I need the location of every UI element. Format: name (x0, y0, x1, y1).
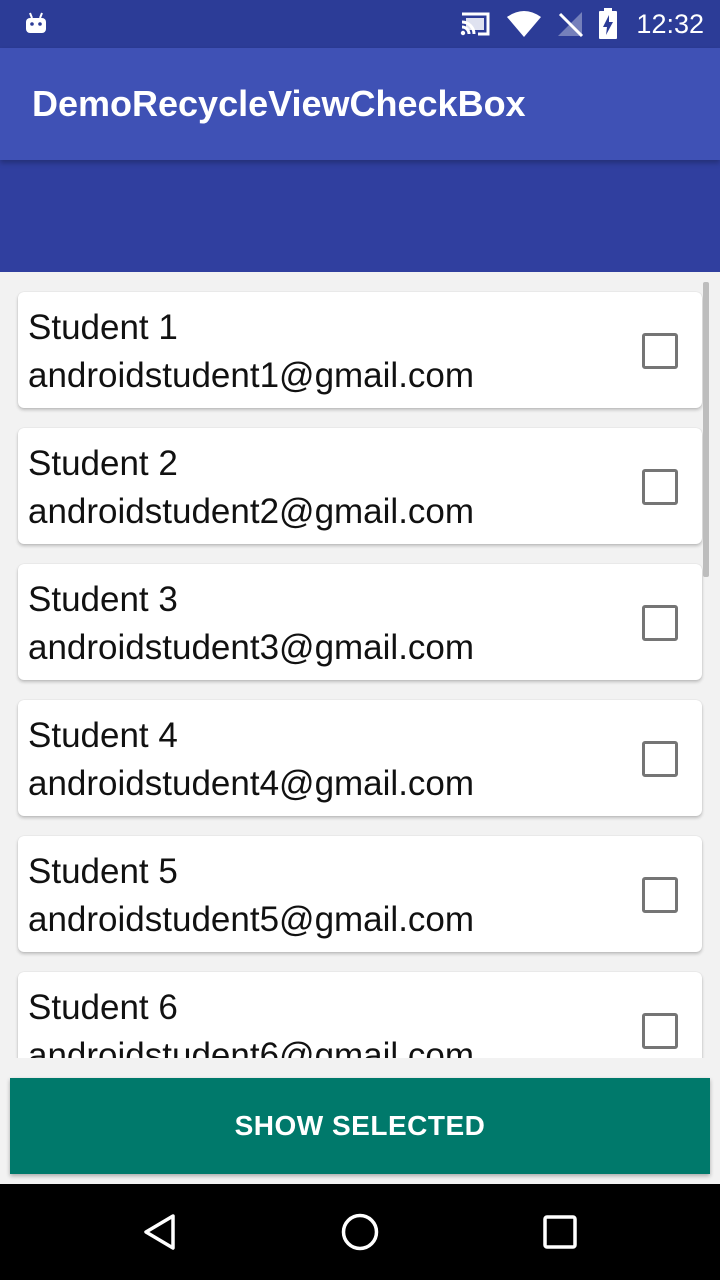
android-icon (26, 12, 46, 33)
show-selected-button[interactable]: SHOW SELECTED (10, 1078, 710, 1174)
app-bar: DemoRecycleViewCheckBox (0, 48, 720, 160)
student-email: androidstudent4@gmail.com (28, 764, 475, 803)
back-icon (144, 1214, 175, 1250)
list-item[interactable]: Student 3 androidstudent3@gmail.com (18, 564, 702, 680)
recents-icon (543, 1215, 577, 1249)
student-checkbox[interactable] (642, 877, 678, 913)
student-list[interactable]: Student 1 androidstudent1@gmail.com Stud… (0, 272, 720, 1058)
status-bar: 12:32 (0, 0, 720, 48)
header-band (0, 160, 720, 272)
status-clock: 12:32 (636, 8, 704, 39)
student-name: Student 6 (28, 988, 178, 1027)
list-item[interactable]: Student 1 androidstudent1@gmail.com (18, 292, 702, 408)
student-name: Student 1 (28, 308, 178, 347)
student-email: androidstudent2@gmail.com (28, 492, 475, 531)
scrollbar[interactable] (703, 282, 709, 577)
app-title: DemoRecycleViewCheckBox (32, 83, 526, 124)
wifi-icon (507, 11, 542, 37)
bottom-area: SHOW SELECTED (0, 1058, 720, 1184)
home-icon (341, 1213, 379, 1251)
student-name: Student 2 (28, 444, 178, 483)
student-checkbox[interactable] (642, 741, 678, 777)
home-button[interactable] (332, 1204, 388, 1260)
navigation-bar (0, 1184, 720, 1280)
student-checkbox[interactable] (642, 333, 678, 369)
student-checkbox[interactable] (642, 1013, 678, 1049)
battery-charging-icon (599, 8, 618, 39)
student-name: Student 3 (28, 580, 178, 619)
signal-off-icon (558, 12, 584, 38)
student-checkbox[interactable] (642, 605, 678, 641)
recents-button[interactable] (532, 1204, 588, 1260)
list-item[interactable]: Student 4 androidstudent4@gmail.com (18, 700, 702, 816)
back-button[interactable] (132, 1204, 188, 1260)
student-email: androidstudent5@gmail.com (28, 900, 475, 939)
list-item[interactable]: Student 5 androidstudent5@gmail.com (18, 836, 702, 952)
cast-icon (461, 12, 490, 36)
student-email: androidstudent6@gmail.com (28, 1036, 475, 1058)
student-name: Student 4 (28, 716, 178, 755)
student-email: androidstudent3@gmail.com (28, 628, 475, 667)
student-email: androidstudent1@gmail.com (28, 356, 475, 395)
list-item[interactable]: Student 6 androidstudent6@gmail.com (18, 972, 702, 1058)
student-name: Student 5 (28, 852, 178, 891)
list-item[interactable]: Student 2 androidstudent2@gmail.com (18, 428, 702, 544)
student-checkbox[interactable] (642, 469, 678, 505)
